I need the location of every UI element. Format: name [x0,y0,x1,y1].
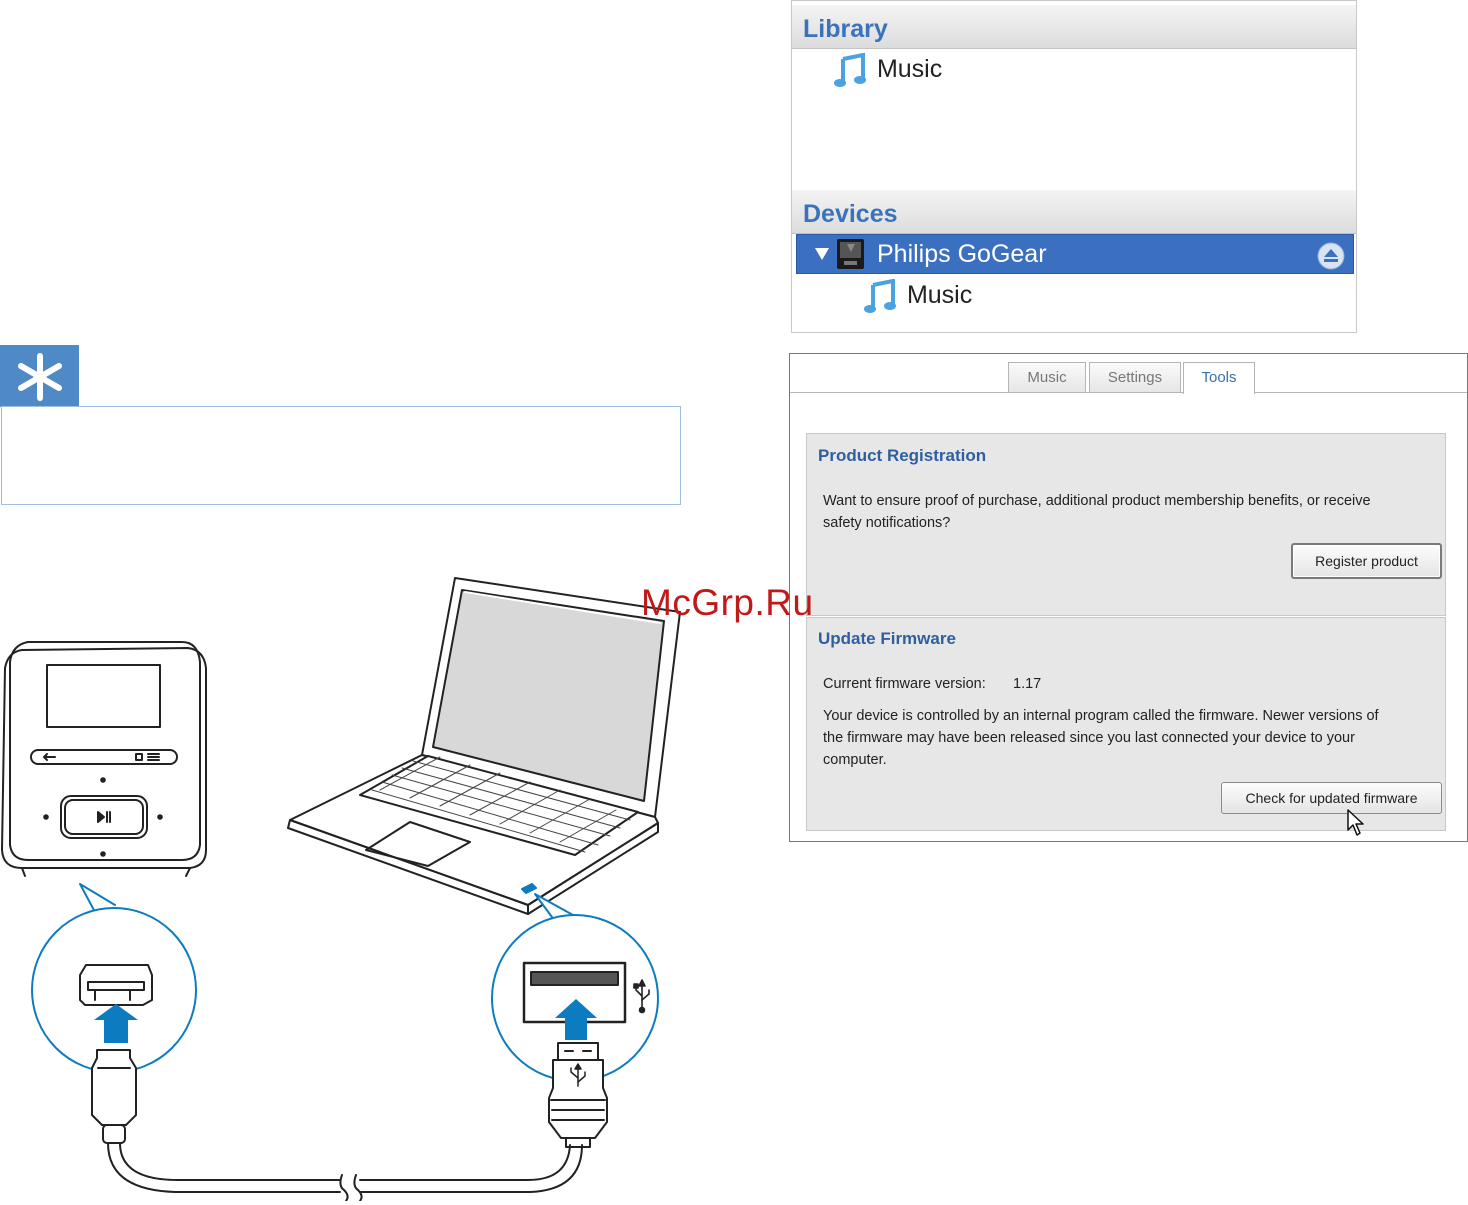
player-device [1,641,207,877]
device-name-label: Philips GoGear [877,240,1047,268]
player-device-icon [835,238,867,270]
register-product-button[interactable]: Register product [1291,543,1442,579]
tab-divider [790,392,1467,393]
firmware-text-line2: the firmware may have been released sinc… [823,730,1355,746]
device-music-item[interactable]: Music [864,278,973,313]
watermark: McGrp.Ru [641,582,814,623]
registration-text-line2: safety notifications? [823,515,951,531]
tip-icon [0,345,79,407]
device-music-label: Music [906,280,973,309]
library-panel: Library Music Devices Philips GoGear Mus… [791,0,1357,333]
registration-text-line1: Want to ensure proof of purchase, additi… [823,493,1371,509]
player-port-bubble [31,883,197,1073]
firmware-text-line1: Your device is controlled by an internal… [823,708,1379,724]
library-header: Library [792,5,1356,49]
library-music-label: Music [876,54,943,83]
eject-icon[interactable] [1317,241,1345,270]
product-registration-group: Product Registration Want to ensure proo… [806,433,1446,616]
expand-triangle-icon[interactable] [815,248,829,260]
tip-box [1,406,681,505]
connection-illustration [0,560,700,1205]
update-firmware-group: Update Firmware Current firmware version… [806,617,1446,836]
firmware-text-line3: computer. [823,752,887,768]
music-note-icon [864,278,903,313]
device-row-philips-gogear[interactable]: Philips GoGear [796,234,1354,274]
tab-tools[interactable]: Tools [1183,362,1255,394]
tab-settings[interactable]: Settings [1089,362,1181,392]
music-note-icon [834,52,873,87]
laptop-illustration [287,577,681,915]
tab-music[interactable]: Music [1008,362,1086,392]
mouse-cursor-icon [1347,809,1367,842]
firmware-version-label: Current firmware version: [823,676,986,692]
active-tab-gap [1184,391,1254,394]
update-firmware-title: Update Firmware [818,629,956,648]
tools-panel: Music Settings Tools Product Registratio… [789,353,1468,842]
devices-header: Devices [792,190,1356,234]
product-registration-title: Product Registration [818,446,987,465]
firmware-version-value: 1.17 [1013,676,1042,692]
check-firmware-button[interactable]: Check for updated firmware [1221,782,1442,814]
library-music-item[interactable]: Music [834,52,943,87]
